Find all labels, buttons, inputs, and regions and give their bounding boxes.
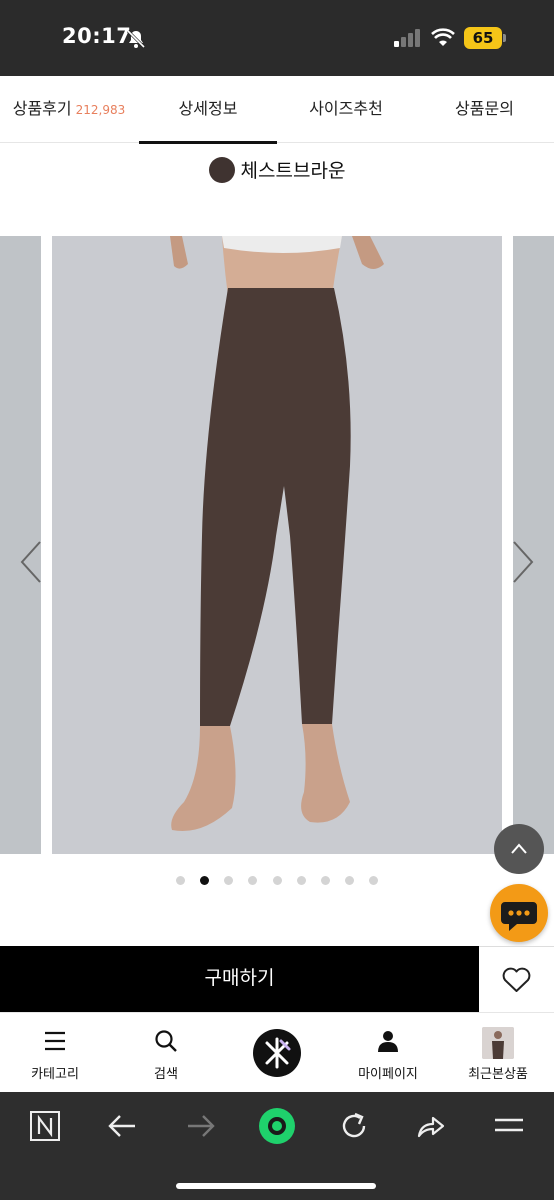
- pagination-dot[interactable]: [320, 876, 330, 885]
- signal-icon: [394, 29, 420, 47]
- recent-product-thumbnail[interactable]: [482, 1027, 514, 1059]
- nav-search-label: 검색: [154, 1067, 178, 1082]
- nav-category-label: 카테고리: [31, 1067, 79, 1082]
- tab-reviews-label: 상품후기: [12, 99, 72, 118]
- home-logo-icon: [265, 1037, 291, 1069]
- carousel-pagination: [0, 870, 554, 885]
- scroll-to-top-button[interactable]: [494, 824, 544, 874]
- carousel-prev-arrow[interactable]: [18, 540, 44, 584]
- product-photo: [52, 236, 502, 854]
- color-name: 체스트브라운: [240, 160, 346, 182]
- bottom-navigation: 카테고리 검색 마이페이지 최근본상품: [0, 1012, 554, 1092]
- nav-mypage-label: 마이페이지: [358, 1067, 418, 1082]
- pagination-dot[interactable]: [224, 876, 234, 885]
- pagination-dot[interactable]: [368, 876, 378, 885]
- chat-bubble-icon: [501, 902, 537, 931]
- color-swatch: [208, 157, 235, 183]
- recent-product-image: [482, 1027, 514, 1059]
- home-indicator: [176, 1183, 376, 1189]
- nav-home-button[interactable]: [253, 1029, 301, 1077]
- search-icon: [155, 1030, 177, 1052]
- review-count: 212,983: [75, 103, 126, 117]
- product-tab-bar: 상품후기 212,983 상세정보 사이즈추천 상품문의: [0, 76, 554, 144]
- wishlist-button[interactable]: [479, 946, 554, 1012]
- nav-mypage[interactable]: 마이페이지: [333, 1013, 443, 1093]
- nav-category[interactable]: 카테고리: [0, 1013, 110, 1093]
- battery-indicator: 65: [464, 27, 502, 49]
- tab-details-label: 상세정보: [178, 99, 238, 118]
- person-icon: [378, 1031, 398, 1052]
- pagination-dot[interactable]: [344, 876, 354, 885]
- tab-details[interactable]: 상세정보: [139, 76, 277, 144]
- pagination-dot[interactable]: [248, 876, 258, 885]
- color-option-label: 체스트브라운: [0, 156, 554, 183]
- menu-icon[interactable]: [493, 1110, 525, 1142]
- pagination-dot[interactable]: [176, 876, 186, 885]
- nav-search[interactable]: 검색: [111, 1013, 221, 1093]
- reload-icon[interactable]: [338, 1110, 370, 1142]
- tab-inquiry-label: 상품문의: [455, 99, 514, 118]
- status-bar: 20:17 65: [0, 0, 554, 76]
- tab-size-recommend[interactable]: 사이즈추천: [277, 76, 415, 143]
- tab-reviews[interactable]: 상품후기 212,983: [0, 76, 138, 143]
- nav-recent-label: 최근본상품: [468, 1067, 528, 1082]
- chevron-up-icon: [511, 843, 527, 854]
- heart-icon: [502, 967, 531, 992]
- n-tab-icon[interactable]: [29, 1110, 61, 1142]
- bell-muted-icon: [126, 29, 146, 49]
- pagination-dot[interactable]: [296, 876, 306, 885]
- battery-tip: [503, 34, 506, 42]
- menu-icon: [45, 1031, 65, 1051]
- back-icon[interactable]: [107, 1110, 139, 1142]
- chat-button[interactable]: [490, 884, 548, 942]
- status-time: 20:17: [62, 24, 132, 48]
- tab-inquiry[interactable]: 상품문의: [415, 76, 554, 143]
- wifi-icon: [431, 28, 455, 46]
- pagination-dot[interactable]: [272, 876, 282, 885]
- tab-size-label: 사이즈추천: [309, 99, 383, 118]
- green-home-icon[interactable]: [257, 1106, 297, 1146]
- share-icon[interactable]: [415, 1110, 447, 1142]
- product-image-slide[interactable]: [52, 236, 502, 854]
- forward-icon[interactable]: [184, 1110, 216, 1142]
- pagination-dot-active[interactable]: [200, 876, 210, 885]
- carousel-next-arrow[interactable]: [510, 540, 536, 584]
- buy-button[interactable]: 구매하기: [0, 946, 479, 1012]
